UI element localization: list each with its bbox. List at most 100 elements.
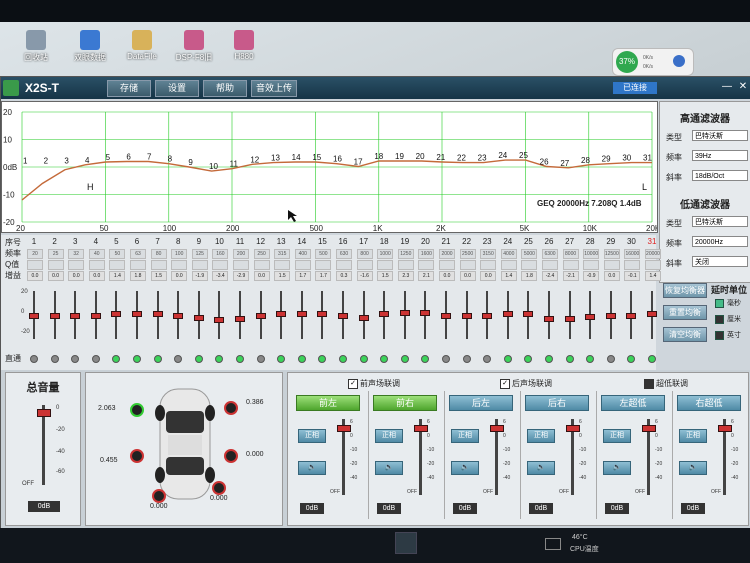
band-slider-knob[interactable] bbox=[276, 311, 287, 318]
band-slider-knob[interactable] bbox=[647, 311, 657, 318]
band-slider-knob[interactable] bbox=[626, 313, 637, 320]
band-freq-cell[interactable]: 3150 bbox=[480, 249, 497, 259]
hp-type-select[interactable]: 巴特沃斯 bbox=[692, 130, 748, 141]
band-freq-cell[interactable]: 4000 bbox=[500, 249, 517, 259]
band-q-cell[interactable] bbox=[68, 260, 85, 270]
band-slider-knob[interactable] bbox=[523, 310, 534, 317]
band-slider-knob[interactable] bbox=[379, 311, 390, 318]
band-bypass-led[interactable] bbox=[586, 355, 595, 363]
lp-type-select[interactable]: 巴特沃斯 bbox=[692, 216, 748, 227]
band-gain-cell[interactable]: 0.3 bbox=[336, 271, 352, 281]
band-q-cell[interactable] bbox=[645, 260, 661, 270]
band-gain-cell[interactable]: 1.4 bbox=[109, 271, 126, 281]
band-freq-cell[interactable]: 6300 bbox=[542, 249, 558, 259]
phase-button[interactable]: 正相 bbox=[375, 429, 403, 443]
menu-help-button[interactable]: 帮助 bbox=[203, 80, 247, 97]
band-bypass-led[interactable] bbox=[503, 355, 512, 363]
clear-eq-button[interactable]: 清空均衡 bbox=[663, 327, 707, 342]
band-slider-knob[interactable] bbox=[441, 313, 451, 319]
desktop-icon[interactable]: 双眼数据 bbox=[66, 30, 114, 63]
channel-select-button[interactable]: 后右 bbox=[525, 395, 589, 411]
band-gain-cell[interactable]: 2.1 bbox=[418, 271, 435, 281]
band-freq-cell[interactable]: 20000 bbox=[645, 249, 661, 259]
band-freq-cell[interactable]: 125 bbox=[191, 249, 208, 259]
mute-speaker-icon[interactable]: 🔈 bbox=[527, 461, 555, 475]
band-freq-cell[interactable]: 160 bbox=[212, 249, 229, 259]
band-bypass-led[interactable] bbox=[30, 355, 38, 363]
menu-save-button[interactable]: 存储 bbox=[107, 80, 151, 97]
band-bypass-led[interactable] bbox=[421, 355, 430, 363]
band-slider-knob[interactable] bbox=[193, 315, 204, 322]
band-gain-cell[interactable]: 0.0 bbox=[171, 271, 188, 281]
band-freq-cell[interactable]: 400 bbox=[294, 249, 311, 259]
band-bypass-led[interactable] bbox=[380, 355, 389, 363]
band-gain-cell[interactable]: 0.0 bbox=[459, 271, 476, 281]
phase-button[interactable]: 正相 bbox=[451, 429, 479, 443]
channel-volume-knob[interactable] bbox=[414, 425, 428, 432]
band-q-cell[interactable] bbox=[47, 260, 64, 270]
lp-freq-input[interactable]: 20000Hz bbox=[692, 236, 748, 247]
band-q-cell[interactable] bbox=[459, 260, 476, 270]
band-q-cell[interactable] bbox=[603, 260, 620, 270]
band-bypass-led[interactable] bbox=[627, 355, 636, 363]
channel-volume-knob[interactable] bbox=[718, 425, 732, 432]
mute-speaker-icon[interactable]: 🔈 bbox=[375, 461, 403, 475]
close-button[interactable]: ✕ bbox=[737, 81, 749, 93]
band-q-cell[interactable] bbox=[212, 260, 229, 270]
band-freq-cell[interactable]: 40 bbox=[88, 249, 105, 259]
phase-button[interactable]: 正相 bbox=[679, 429, 707, 443]
band-gain-cell[interactable]: 1.4 bbox=[645, 271, 661, 281]
band-gain-cell[interactable]: -2.1 bbox=[562, 271, 579, 281]
band-freq-cell[interactable]: 250 bbox=[253, 249, 270, 259]
band-gain-cell[interactable]: -0.1 bbox=[624, 271, 641, 281]
band-slider-knob[interactable] bbox=[317, 310, 328, 317]
band-q-cell[interactable] bbox=[377, 260, 394, 270]
phase-button[interactable]: 正相 bbox=[298, 429, 326, 443]
band-bypass-led[interactable] bbox=[71, 355, 80, 363]
band-freq-cell[interactable]: 315 bbox=[274, 249, 291, 259]
band-slider-knob[interactable] bbox=[544, 315, 554, 322]
front-left-speaker-icon[interactable] bbox=[130, 403, 144, 417]
band-slider-knob[interactable] bbox=[235, 316, 245, 323]
band-gain-cell[interactable]: -3.4 bbox=[212, 271, 229, 281]
band-slider-knob[interactable] bbox=[70, 313, 81, 319]
band-slider-knob[interactable] bbox=[132, 310, 142, 317]
band-q-cell[interactable] bbox=[253, 260, 270, 270]
band-q-cell[interactable] bbox=[521, 260, 538, 270]
band-freq-cell[interactable]: 200 bbox=[233, 249, 249, 259]
band-gain-cell[interactable]: 1.5 bbox=[150, 271, 167, 281]
band-freq-cell[interactable]: 1600 bbox=[418, 249, 435, 259]
band-gain-cell[interactable]: 0.0 bbox=[253, 271, 270, 281]
band-bypass-led[interactable] bbox=[112, 355, 121, 363]
hp-freq-input[interactable]: 39Hz bbox=[692, 150, 748, 161]
band-gain-cell[interactable]: -2.9 bbox=[233, 271, 249, 281]
keyboard-icon[interactable] bbox=[545, 538, 561, 550]
rear-right-speaker-icon[interactable] bbox=[224, 449, 238, 463]
band-slider-knob[interactable] bbox=[111, 311, 122, 318]
band-q-cell[interactable] bbox=[439, 260, 455, 270]
band-gain-cell[interactable]: 0.0 bbox=[439, 271, 455, 281]
master-volume-track[interactable] bbox=[42, 405, 45, 485]
band-freq-cell[interactable]: 5000 bbox=[521, 249, 538, 259]
band-gain-cell[interactable]: 1.7 bbox=[294, 271, 311, 281]
band-freq-cell[interactable]: 2500 bbox=[459, 249, 476, 259]
band-bypass-led[interactable] bbox=[277, 355, 286, 363]
channel-volume-knob[interactable] bbox=[642, 425, 656, 432]
band-bypass-led[interactable] bbox=[91, 355, 100, 363]
band-bypass-led[interactable] bbox=[153, 355, 162, 363]
band-freq-cell[interactable]: 25 bbox=[47, 249, 64, 259]
band-freq-cell[interactable]: 16000 bbox=[624, 249, 641, 259]
band-freq-cell[interactable]: 8000 bbox=[562, 249, 579, 259]
band-bypass-led[interactable] bbox=[194, 355, 203, 363]
delay-inch-radio[interactable] bbox=[715, 331, 724, 340]
band-slider-knob[interactable] bbox=[296, 310, 307, 317]
desktop-icon[interactable]: DataFile bbox=[118, 30, 166, 61]
lp-slope-select[interactable]: 关闭 bbox=[692, 256, 748, 267]
front-right-speaker-icon[interactable] bbox=[224, 401, 238, 415]
channel-select-button[interactable]: 前右 bbox=[373, 395, 437, 411]
desktop-icon[interactable]: 回收站 bbox=[12, 30, 60, 63]
band-slider-knob[interactable] bbox=[90, 313, 101, 319]
band-slider-knob[interactable] bbox=[585, 314, 596, 321]
band-freq-cell[interactable]: 630 bbox=[336, 249, 352, 259]
channel-volume-knob[interactable] bbox=[490, 425, 504, 432]
